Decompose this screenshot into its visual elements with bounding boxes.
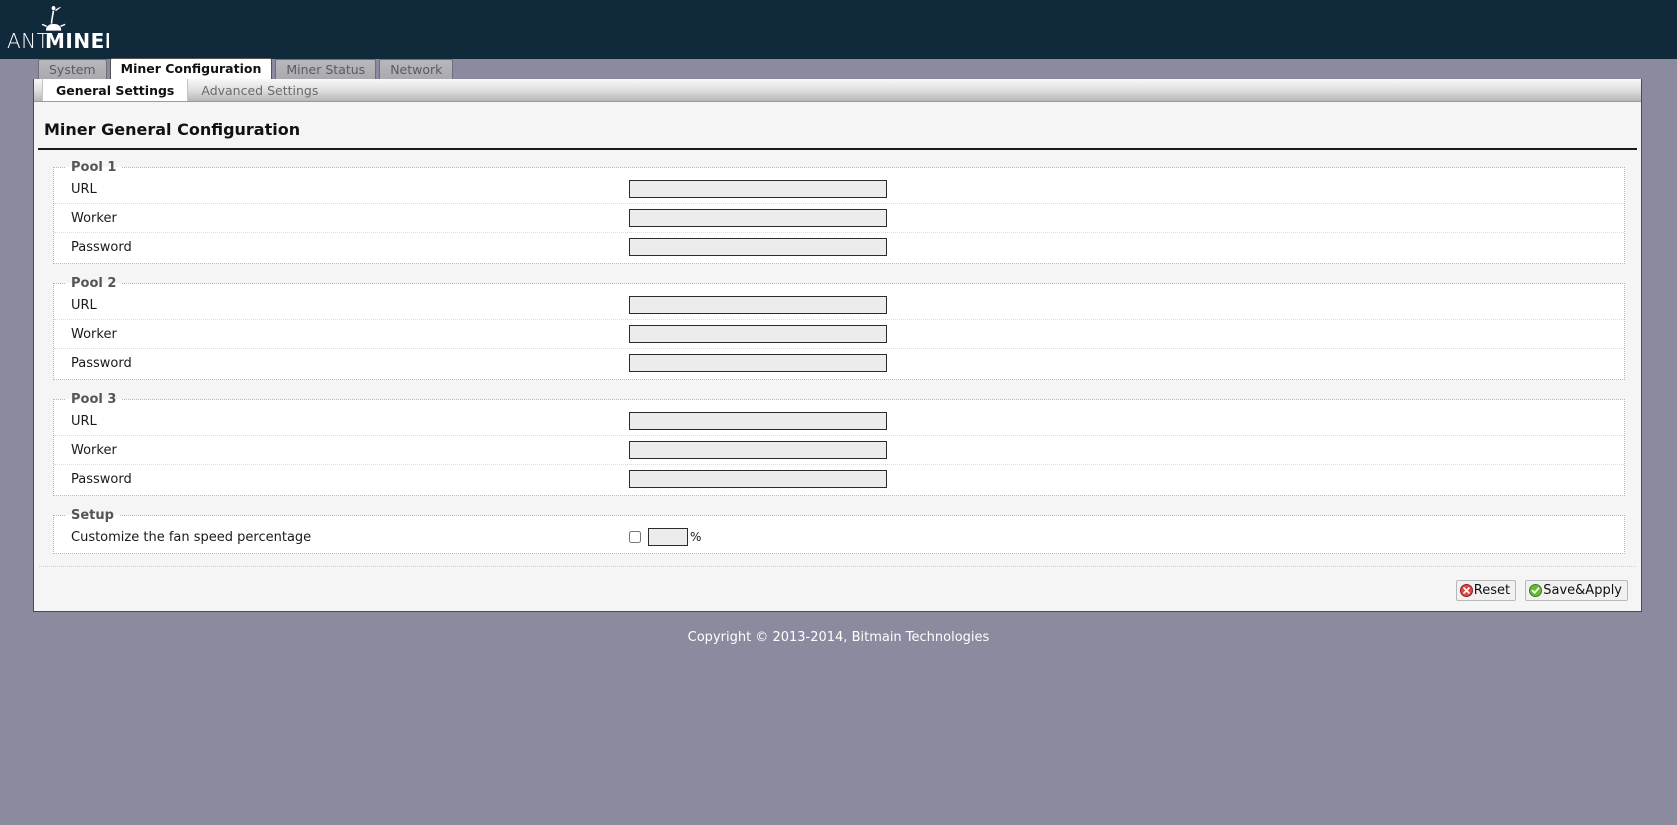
pool-1-url-input[interactable] — [629, 180, 887, 198]
pool-fieldset-2: Pool 2 URL Worker Password — [53, 276, 1625, 380]
copyright-footer: Copyright © 2013-2014, Bitmain Technolog… — [687, 630, 990, 645]
pool-fieldset-1: Pool 1 URL Worker Password — [53, 160, 1625, 264]
miner-config-form: Pool 1 URL Worker Password Pool 2 URL Worker Pa… — [34, 150, 1641, 554]
app-header: ANT MINER — [0, 0, 1677, 59]
fan-speed-checkbox[interactable] — [629, 531, 641, 543]
main-tabbar: System Miner Configuration Miner Status Net… — [0, 58, 1677, 79]
fan-speed-label: Customize the fan speed percentage — [71, 529, 312, 545]
form-actions: Reset Save&Apply — [39, 566, 1636, 611]
tab-network[interactable]: Network — [379, 59, 454, 79]
pool-1-worker-row: Worker — [54, 204, 1624, 233]
pool-2-worker-row: Worker — [54, 320, 1624, 349]
pool-1-url-label: URL — [71, 181, 97, 197]
pool-2-url-row: URL — [54, 291, 1624, 320]
sub-tabbar: General Settings Advanced Settings — [34, 79, 1641, 102]
pool-3-worker-row: Worker — [54, 436, 1624, 465]
red-x-circle-icon — [1459, 584, 1473, 597]
pool-legend-2: Pool 2 — [71, 276, 117, 291]
save-apply-button[interactable]: Save&Apply — [1525, 580, 1628, 601]
pool-1-password-label: Password — [71, 239, 132, 255]
tab-miner-status[interactable]: Miner Status — [275, 59, 377, 79]
green-check-circle-icon — [1529, 584, 1543, 597]
svg-text:MINER: MINER — [45, 29, 109, 53]
tab-miner-configuration[interactable]: Miner Configuration — [109, 58, 273, 79]
fan-speed-row: Customize the fan speed percentage % — [54, 523, 1624, 551]
pool-2-password-label: Password — [71, 355, 132, 371]
antminer-logo: ANT MINER — [5, 2, 109, 57]
pool-2-url-input[interactable] — [629, 296, 887, 314]
content-card: General Settings Advanced Settings Miner … — [33, 79, 1642, 612]
setup-fieldset: Setup Customize the fan speed percentage… — [53, 508, 1625, 554]
pool-1-worker-input[interactable] — [629, 209, 887, 227]
pool-3-url-row: URL — [54, 407, 1624, 436]
ant-logo-icon: ANT MINER — [7, 6, 109, 53]
fan-speed-input[interactable] — [648, 528, 688, 546]
page-title: Miner General Configuration — [38, 102, 1637, 150]
pool-3-url-label: URL — [71, 413, 97, 429]
pool-2-password-row: Password — [54, 349, 1624, 377]
pool-2-password-input[interactable] — [629, 354, 887, 372]
save-apply-button-label: Save&Apply — [1543, 583, 1622, 598]
card-body: Miner General Configuration Pool 1 URL Wor… — [34, 102, 1641, 611]
pool-legend-1: Pool 1 — [71, 160, 117, 175]
setup-legend: Setup — [71, 508, 114, 523]
pool-1-worker-label: Worker — [71, 210, 117, 226]
percent-sign: % — [690, 530, 702, 544]
pool-2-url-label: URL — [71, 297, 97, 313]
pool-2-worker-label: Worker — [71, 326, 117, 342]
pool-3-password-input[interactable] — [629, 470, 887, 488]
pool-3-worker-label: Worker — [71, 442, 117, 458]
reset-button[interactable]: Reset — [1455, 580, 1517, 601]
pool-2-worker-input[interactable] — [629, 325, 887, 343]
pool-1-password-row: Password — [54, 233, 1624, 261]
pool-3-password-label: Password — [71, 471, 132, 487]
pool-1-url-row: URL — [54, 175, 1624, 204]
pool-1-password-input[interactable] — [629, 238, 887, 256]
reset-button-label: Reset — [1473, 583, 1511, 598]
pool-legend-3: Pool 3 — [71, 392, 117, 407]
pool-fieldset-3: Pool 3 URL Worker Password — [53, 392, 1625, 496]
pool-3-worker-input[interactable] — [629, 441, 887, 459]
pool-3-url-input[interactable] — [629, 412, 887, 430]
pool-3-password-row: Password — [54, 465, 1624, 493]
tab-system[interactable]: System — [38, 59, 107, 79]
subtab-general-settings[interactable]: General Settings — [42, 79, 189, 101]
svg-text:ANT: ANT — [7, 29, 49, 53]
subtab-advanced-settings[interactable]: Advanced Settings — [188, 79, 331, 101]
